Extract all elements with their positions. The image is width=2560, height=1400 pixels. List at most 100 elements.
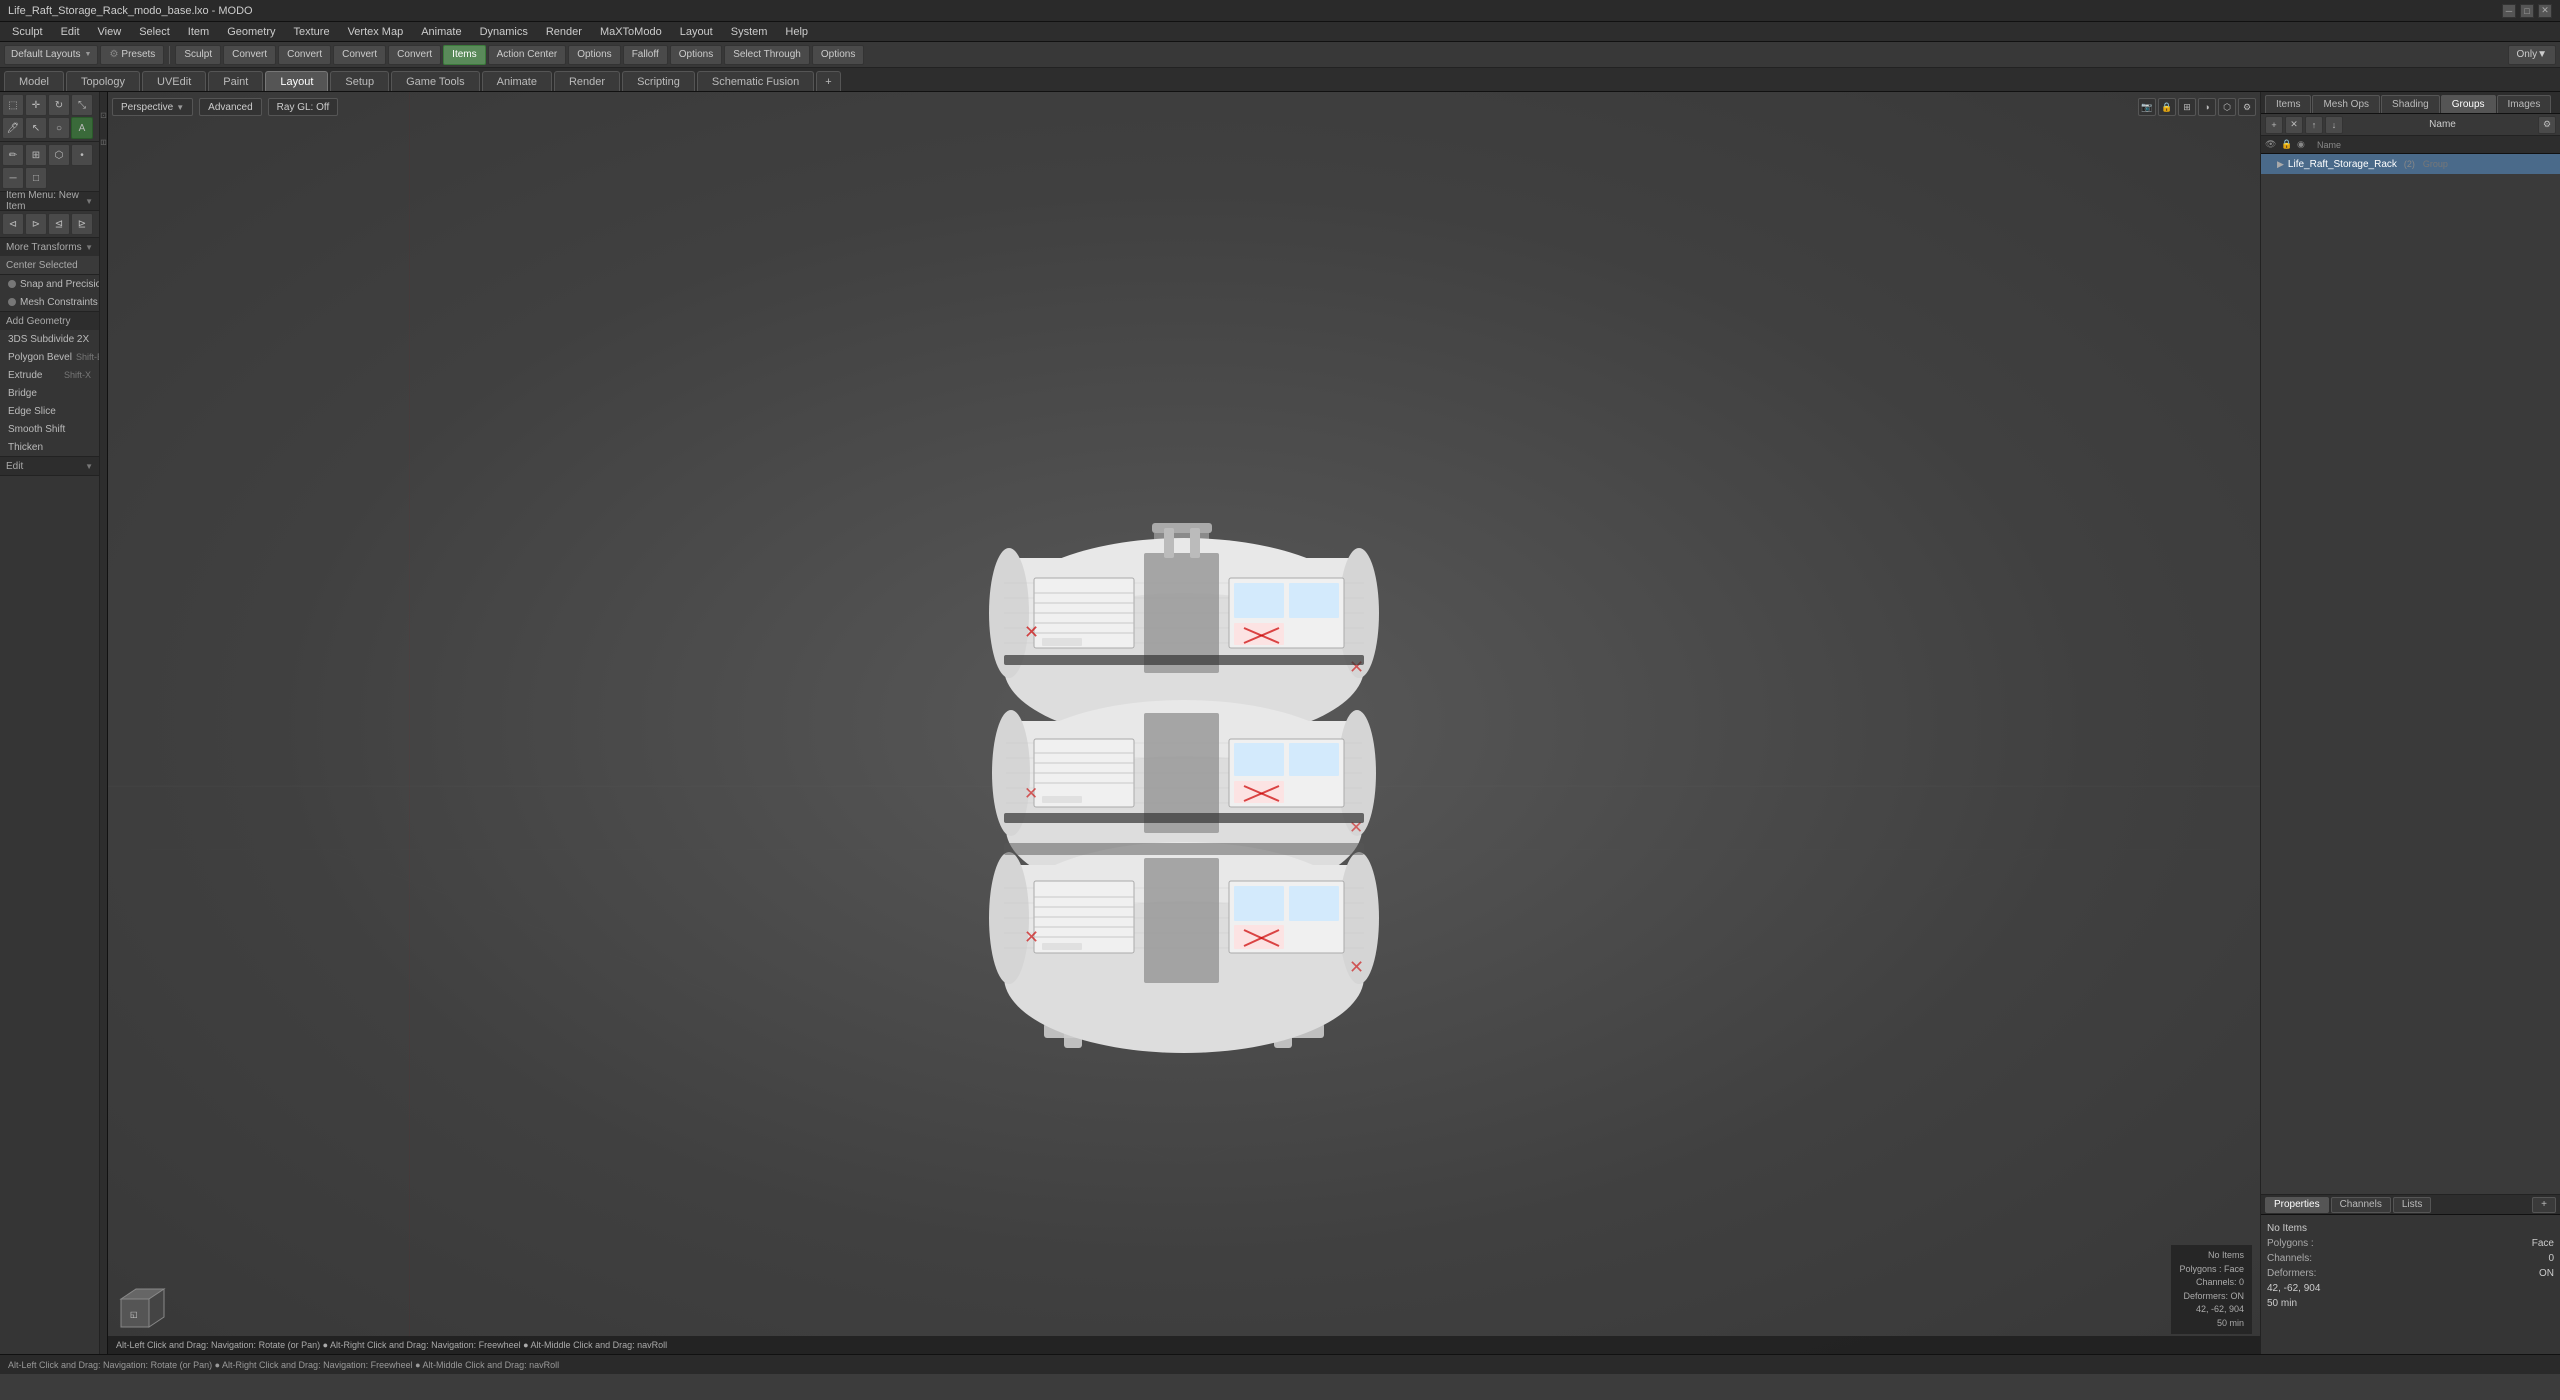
menu-help[interactable]: Help <box>777 24 816 40</box>
tab-add[interactable]: + <box>816 71 840 91</box>
vp-grid-icon[interactable]: ⊞ <box>2178 98 2196 116</box>
ray-gl-btn[interactable]: Ray GL: Off <box>268 98 339 116</box>
tab-animate[interactable]: Animate <box>482 71 552 91</box>
vp-wire-icon[interactable]: ⬡ <box>2218 98 2236 116</box>
menu-geometry[interactable]: Geometry <box>219 24 283 40</box>
tool-vertex-icon[interactable]: • <box>71 144 93 166</box>
tool-extra4-icon[interactable]: ⊵ <box>71 213 93 235</box>
tool-extra3-icon[interactable]: ⊴ <box>48 213 70 235</box>
menu-maxtomode[interactable]: MaXToModo <box>592 24 670 40</box>
convert3-button[interactable]: Convert <box>333 45 386 65</box>
tool-arrow-icon[interactable]: ↖ <box>25 117 47 139</box>
tool-poly-icon[interactable]: □ <box>25 167 47 189</box>
advanced-btn[interactable]: Advanced <box>199 98 261 116</box>
new-group-button[interactable]: + <box>2265 116 2283 134</box>
convert1-button[interactable]: Convert <box>223 45 276 65</box>
vp-settings-icon[interactable]: ⚙ <box>2238 98 2256 116</box>
menu-select[interactable]: Select <box>131 24 178 40</box>
tool-pen-icon[interactable]: ✏ <box>2 144 24 166</box>
select-through-button[interactable]: Select Through <box>724 45 810 65</box>
tool-extra2-icon[interactable]: ⊳ <box>25 213 47 235</box>
menu-sculpt[interactable]: Sculpt <box>4 24 51 40</box>
close-button[interactable]: ✕ <box>2538 4 2552 18</box>
tab-layout[interactable]: Layout <box>265 71 328 91</box>
add-geometry-header[interactable]: Add Geometry <box>0 312 99 330</box>
snap-precision-item[interactable]: Snap and Precision <box>0 275 99 293</box>
menu-render[interactable]: Render <box>538 24 590 40</box>
polygon-bevel-item[interactable]: Polygon Bevel Shift-B <box>0 348 99 366</box>
mesh-constraints-item[interactable]: Mesh Constraints <box>0 293 99 311</box>
tab-setup[interactable]: Setup <box>330 71 389 91</box>
subdivide-item[interactable]: 3DS Subdivide 2X <box>0 330 99 348</box>
options2-button[interactable]: Options <box>670 45 722 65</box>
viewport[interactable]: Perspective ▼ Advanced Ray GL: Off 📷 🔒 ⊞… <box>108 92 2260 1354</box>
menu-layout[interactable]: Layout <box>672 24 721 40</box>
rtab-shading[interactable]: Shading <box>2381 95 2440 113</box>
perspective-btn[interactable]: Perspective ▼ <box>112 98 193 116</box>
layouts-dropdown[interactable]: Default Layouts <box>4 45 98 65</box>
tab-scripting[interactable]: Scripting <box>622 71 695 91</box>
tool-paint-icon[interactable]: 🖊 <box>2 117 24 139</box>
tool-circle-icon[interactable]: ○ <box>48 117 70 139</box>
tab-schematic[interactable]: Schematic Fusion <box>697 71 814 91</box>
move-down-button[interactable]: ↓ <box>2325 116 2343 134</box>
vp-shading-icon[interactable]: ◑ <box>2198 98 2216 116</box>
rbt-expand[interactable]: + <box>2532 1197 2556 1213</box>
vp-camera-icon[interactable]: 📷 <box>2138 98 2156 116</box>
smooth-shift-item[interactable]: Smooth Shift <box>0 420 99 438</box>
rtab-mesh-ops[interactable]: Mesh Ops <box>2312 95 2380 113</box>
tool-mesh-icon[interactable]: ⬡ <box>48 144 70 166</box>
menu-edit[interactable]: Edit <box>53 24 88 40</box>
rtab-images[interactable]: Images <box>2497 95 2552 113</box>
tool-select-icon[interactable]: ⬚ <box>2 94 24 116</box>
menu-system[interactable]: System <box>723 24 776 40</box>
options1-button[interactable]: Options <box>568 45 620 65</box>
extrude-item[interactable]: Extrude Shift-X <box>0 366 99 384</box>
move-up-button[interactable]: ↑ <box>2305 116 2323 134</box>
presets-button[interactable]: ⚙ Presets <box>100 45 164 65</box>
tool-extra1-icon[interactable]: ⊲ <box>2 213 24 235</box>
sculpt-button[interactable]: Sculpt <box>175 45 221 65</box>
items-button[interactable]: Items <box>443 45 485 65</box>
delete-group-button[interactable]: ✕ <box>2285 116 2303 134</box>
tool-move-icon[interactable]: ✛ <box>25 94 47 116</box>
rt-settings-button[interactable]: ⚙ <box>2538 116 2556 134</box>
only-button[interactable]: Only▼ <box>2508 45 2556 65</box>
menu-view[interactable]: View <box>90 24 130 40</box>
menu-vertex-map[interactable]: Vertex Map <box>340 24 412 40</box>
options3-button[interactable]: Options <box>812 45 864 65</box>
center-selected[interactable]: Center Selected <box>0 256 99 274</box>
falloff-button[interactable]: Falloff <box>623 45 668 65</box>
tool-grid-icon[interactable]: ⊞ <box>25 144 47 166</box>
menu-dynamics[interactable]: Dynamics <box>472 24 536 40</box>
tab-game-tools[interactable]: Game Tools <box>391 71 480 91</box>
thicken-item[interactable]: Thicken <box>0 438 99 456</box>
tab-model[interactable]: Model <box>4 71 64 91</box>
bridge-item[interactable]: Bridge <box>0 384 99 402</box>
menu-item[interactable]: Item <box>180 24 217 40</box>
navigation-cube[interactable]: ◱ <box>116 1284 166 1334</box>
tab-render[interactable]: Render <box>554 71 620 91</box>
rbt-properties[interactable]: Properties <box>2265 1197 2329 1213</box>
rbt-lists[interactable]: Lists <box>2393 1197 2432 1213</box>
tab-topology[interactable]: Topology <box>66 71 140 91</box>
tool-edge-icon[interactable]: ─ <box>2 167 24 189</box>
convert4-button[interactable]: Convert <box>388 45 441 65</box>
rtab-items[interactable]: Items <box>2265 95 2311 113</box>
tab-uvedit[interactable]: UVEdit <box>142 71 206 91</box>
maximize-button[interactable]: □ <box>2520 4 2534 18</box>
rbt-channels[interactable]: Channels <box>2331 1197 2391 1213</box>
more-transforms-header[interactable]: More Transforms ▼ <box>0 238 99 256</box>
menu-texture[interactable]: Texture <box>285 24 337 40</box>
rtab-groups[interactable]: Groups <box>2441 95 2496 113</box>
group-item-raft[interactable]: ▶ Life_Raft_Storage_Rack (2) Group <box>2261 154 2560 174</box>
vp-lock-icon[interactable]: 🔒 <box>2158 98 2176 116</box>
item-menu-header[interactable]: Item Menu: New Item ▼ <box>0 192 99 210</box>
minimize-button[interactable]: ─ <box>2502 4 2516 18</box>
tool-scale-icon[interactable]: ⤡ <box>71 94 93 116</box>
convert2-button[interactable]: Convert <box>278 45 331 65</box>
tool-text-icon[interactable]: A <box>71 117 93 139</box>
tool-rotate-icon[interactable]: ↻ <box>48 94 70 116</box>
tab-paint[interactable]: Paint <box>208 71 263 91</box>
edge-slice-item[interactable]: Edge Slice <box>0 402 99 420</box>
